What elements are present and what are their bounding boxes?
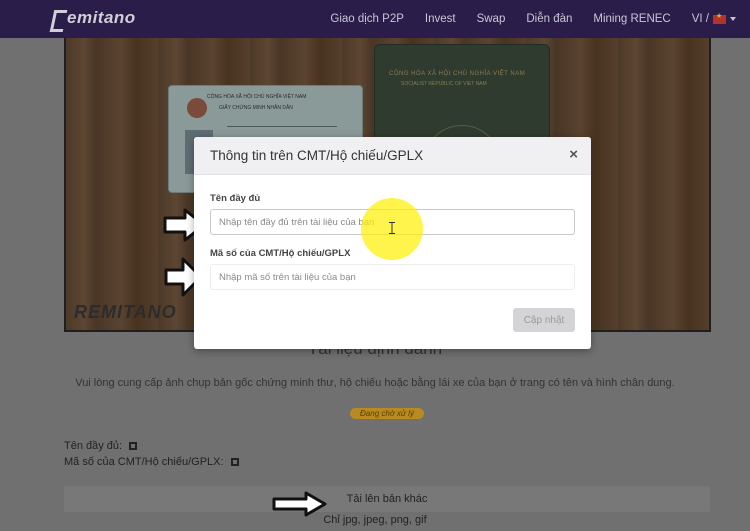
top-navigation-bar: emitano Giao dịch P2P Invest Swap Diễn đ…	[0, 0, 750, 38]
remitano-logo-mark-icon	[52, 9, 66, 27]
close-icon[interactable]: ×	[569, 146, 578, 163]
card-header-1: CỘNG HÒA XÃ HỘI CHỦ NGHĨA VIỆT NAM	[207, 94, 307, 100]
upload-another-button[interactable]: Tải lên bản khác	[64, 486, 710, 512]
chevron-down-icon	[730, 17, 736, 21]
id-number-input[interactable]	[210, 264, 575, 290]
nav-item-mining-renec[interactable]: Mining RENEC	[593, 13, 670, 25]
photo-watermark: REMITANO	[74, 302, 177, 322]
id-number-info-label: Mã số của CMT/Hộ chiếu/GPLX:	[64, 456, 224, 468]
card-header-2: GIẤY CHỨNG MINH NHÂN DÂN	[219, 105, 293, 111]
passport-line-1: CỘNG HÒA XÃ HỘI CHỦ NGHĨA VIỆT NAM	[389, 71, 526, 77]
full-name-info-label: Tên đầy đủ:	[64, 440, 123, 452]
id-number-label: Mã số của CMT/Hộ chiếu/GPLX	[210, 248, 351, 259]
modal-title: Thông tin trên CMT/Hộ chiếu/GPLX	[210, 148, 424, 163]
edit-icon[interactable]	[129, 442, 138, 450]
annotation-arrow-icon	[272, 491, 327, 517]
modal-header: Thông tin trên CMT/Hộ chiếu/GPLX ×	[194, 137, 591, 175]
language-code: VI /	[691, 13, 709, 25]
full-name-label: Tên đầy đủ	[210, 193, 261, 204]
nav-item-invest[interactable]: Invest	[425, 13, 456, 25]
nav-item-p2p[interactable]: Giao dịch P2P	[330, 13, 404, 25]
national-emblem-icon	[187, 98, 207, 118]
nav-item-forum[interactable]: Diễn đàn	[526, 13, 572, 25]
nav-item-swap[interactable]: Swap	[477, 13, 506, 25]
full-name-row: Tên đầy đủ:	[64, 440, 138, 452]
status-badge: Đang chờ xử lý	[350, 408, 424, 419]
edit-icon[interactable]	[230, 458, 239, 466]
text-cursor-icon	[389, 222, 395, 234]
update-button[interactable]: Cập nhật	[513, 308, 575, 332]
passport-line-2: SOCIALIST REPUBLIC OF VIET NAM	[401, 81, 487, 87]
id-number-row: Mã số của CMT/Hộ chiếu/GPLX:	[64, 456, 239, 468]
main-nav: Giao dịch P2P Invest Swap Diễn đàn Minin…	[309, 0, 736, 38]
logo-text: emitano	[67, 8, 136, 27]
card-line	[227, 126, 337, 127]
remitano-logo[interactable]: emitano	[52, 8, 136, 28]
allowed-formats: Chỉ jpg, jpeg, png, gif	[323, 514, 427, 526]
language-selector[interactable]: VI /	[691, 12, 736, 25]
section-description: Vui lòng cung cấp ảnh chụp bản gốc chứng…	[75, 377, 675, 389]
vietnam-flag-icon	[713, 12, 726, 24]
